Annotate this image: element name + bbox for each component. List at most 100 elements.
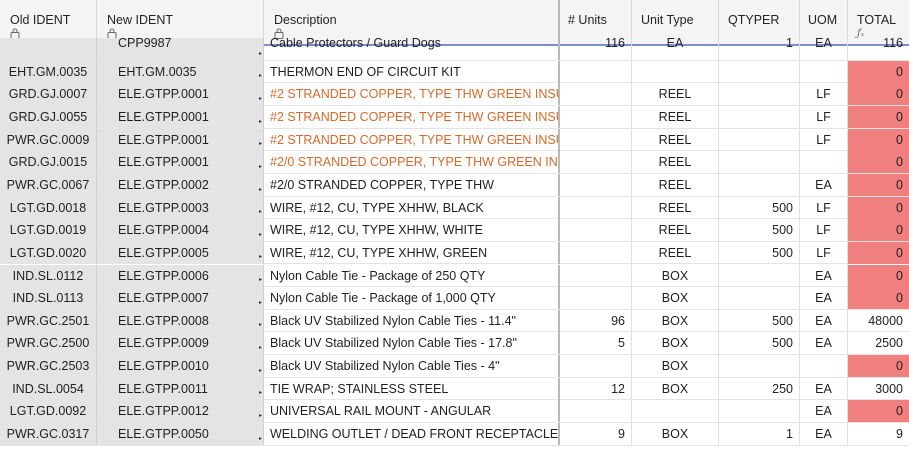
cell-description[interactable]: TIE WRAP; STAINLESS STEEL	[264, 377, 560, 400]
cell-old-ident[interactable]: LGT.GD.0092	[0, 400, 97, 423]
cell-old-ident[interactable]: EHT.GM.0035	[0, 60, 97, 83]
cell-uom[interactable]: EA	[800, 400, 848, 423]
cell-new-ident[interactable]: ELE.GTPP.0012	[97, 400, 264, 423]
cell-total[interactable]: 2500	[848, 332, 909, 354]
table-row[interactable]: EHT.GM.0035 EHT.GM.0035 ▸ THERMON END OF CI…	[0, 60, 909, 84]
cell-old-ident[interactable]: PWR.GC.0067	[0, 173, 97, 196]
table-row[interactable]: IND.SL.0113 ELE.GTPP.0007 ▸ Nylon Cable Tie…	[0, 287, 909, 310]
cell-new-ident[interactable]: CPP9987	[97, 38, 264, 60]
cell-new-ident[interactable]: ELE.GTPP.0006	[97, 264, 264, 287]
cell-uom[interactable]: EA	[800, 332, 848, 355]
cell-uom[interactable]	[800, 151, 848, 174]
cell-description[interactable]: #2 STRANDED COPPER, TYPE THW GREEN INSUL…	[264, 128, 560, 151]
cell-units[interactable]	[560, 83, 632, 106]
cell-qtyper[interactable]: 500	[719, 196, 800, 219]
cell-uom[interactable]: LF	[800, 83, 848, 106]
cell-old-ident[interactable]: PWR.GC.2503	[0, 355, 97, 378]
cell-description[interactable]: Black UV Stabilized Nylon Cable Ties - 1…	[264, 332, 560, 355]
cell-units[interactable]	[560, 355, 632, 378]
cell-qtyper[interactable]	[719, 128, 800, 151]
cell-qtyper[interactable]: 500	[719, 219, 800, 242]
cell-description[interactable]: #2/0 STRANDED COPPER, TYPE THW GREEN INS…	[264, 151, 560, 174]
cell-new-ident[interactable]: ELE.GTPP.0001	[97, 128, 264, 151]
table-row[interactable]: PWR.GC.2501 ELE.GTPP.0008 ▸ Black UV Stabil…	[0, 309, 909, 333]
cell-qtyper[interactable]	[719, 287, 800, 310]
cell-qtyper[interactable]	[719, 264, 800, 287]
cell-uom[interactable]	[800, 355, 848, 378]
cell-units[interactable]	[560, 241, 632, 264]
cell-uom[interactable]: EA	[800, 377, 848, 400]
cell-total[interactable]: 48000	[848, 310, 909, 332]
cell-uom[interactable]: LF	[800, 219, 848, 242]
cell-total[interactable]: 0	[848, 151, 909, 174]
table-row[interactable]: CPP9987 ▸ Cable Protectors / Guard Dogs 116…	[0, 38, 909, 61]
cell-new-ident[interactable]: ELE.GTPP.0008	[97, 309, 264, 332]
cell-new-ident[interactable]: ELE.GTPP.0001	[97, 151, 264, 174]
cell-qtyper[interactable]	[719, 60, 800, 83]
cell-new-ident[interactable]: ELE.GTPP.0001	[97, 105, 264, 128]
cell-uom[interactable]: LF	[800, 105, 848, 128]
cell-units[interactable]	[560, 173, 632, 196]
cell-old-ident[interactable]: GRD.GJ.0055	[0, 105, 97, 128]
cell-units[interactable]	[560, 196, 632, 219]
cell-total[interactable]: 0	[848, 241, 909, 264]
cell-total[interactable]: 0	[848, 60, 909, 83]
table-row[interactable]: LGT.GD.0092 ELE.GTPP.0012 ▸ UNIVERSAL RAIL …	[0, 400, 909, 424]
cell-total[interactable]: 0	[848, 287, 909, 310]
cell-units[interactable]	[560, 60, 632, 83]
cell-unit-type[interactable]: BOX	[632, 332, 719, 355]
cell-units[interactable]: 5	[560, 332, 632, 355]
cell-units[interactable]	[560, 264, 632, 287]
cell-unit-type[interactable]: EA	[632, 38, 719, 60]
cell-total[interactable]: 0	[848, 83, 909, 106]
cell-unit-type[interactable]: BOX	[632, 264, 719, 287]
cell-new-ident[interactable]: ELE.GTPP.0004	[97, 219, 264, 242]
cell-total[interactable]: 0	[848, 355, 909, 378]
cell-unit-type[interactable]: BOX	[632, 355, 719, 378]
cell-total[interactable]: 0	[848, 128, 909, 151]
cell-total[interactable]: 0	[848, 219, 909, 242]
cell-total[interactable]: 0	[848, 173, 909, 196]
cell-old-ident[interactable]: IND.SL.0054	[0, 377, 97, 400]
cell-unit-type[interactable]: REEL	[632, 83, 719, 106]
cell-units[interactable]	[560, 151, 632, 174]
cell-uom[interactable]: EA	[800, 423, 848, 446]
cell-old-ident[interactable]: PWR.GC.0009	[0, 128, 97, 151]
table-row[interactable]: IND.SL.0054 ELE.GTPP.0011 ▸ TIE WRAP; STAIN…	[0, 377, 909, 401]
cell-total[interactable]: 0	[848, 196, 909, 219]
table-row[interactable]: LGT.GD.0020 ELE.GTPP.0005 ▸ WIRE, #12, CU, …	[0, 241, 909, 265]
cell-unit-type[interactable]: BOX	[632, 287, 719, 310]
cell-new-ident[interactable]: ELE.GTPP.0009	[97, 332, 264, 355]
cell-units[interactable]	[560, 287, 632, 310]
cell-old-ident[interactable]: PWR.GC.2501	[0, 309, 97, 332]
cell-unit-type[interactable]: REEL	[632, 151, 719, 174]
cell-old-ident[interactable]: LGT.GD.0018	[0, 196, 97, 219]
cell-description[interactable]: Nylon Cable Tie - Package of 250 QTY	[264, 264, 560, 287]
cell-description[interactable]: #2 STRANDED COPPER, TYPE THW GREEN INSUL…	[264, 105, 560, 128]
cell-qtyper[interactable]	[719, 355, 800, 378]
cell-qtyper[interactable]: 500	[719, 309, 800, 332]
cell-uom[interactable]	[800, 60, 848, 83]
cell-old-ident[interactable]: IND.SL.0113	[0, 287, 97, 310]
cell-units[interactable]: 96	[560, 309, 632, 332]
cell-description[interactable]: THERMON END OF CIRCUIT KIT	[264, 60, 560, 83]
cell-qtyper[interactable]	[719, 151, 800, 174]
cell-unit-type[interactable]: REEL	[632, 196, 719, 219]
cell-new-ident[interactable]: ELE.GTPP.0050	[97, 423, 264, 446]
cell-unit-type[interactable]	[632, 400, 719, 423]
cell-total[interactable]: 116	[848, 38, 909, 60]
cell-total[interactable]: 0	[848, 264, 909, 287]
cell-uom[interactable]: EA	[800, 309, 848, 332]
cell-unit-type[interactable]: REEL	[632, 128, 719, 151]
cell-new-ident[interactable]: ELE.GTPP.0002	[97, 173, 264, 196]
table-row[interactable]: LGT.GD.0019 ELE.GTPP.0004 ▸ WIRE, #12, CU, …	[0, 219, 909, 242]
table-row[interactable]: GRD.GJ.0055 ELE.GTPP.0001 ▸ #2 STRANDED COP…	[0, 105, 909, 129]
cell-old-ident[interactable]: IND.SL.0112	[0, 264, 97, 287]
cell-unit-type[interactable]: REEL	[632, 219, 719, 242]
cell-description[interactable]: WIRE, #12, CU, TYPE XHHW, WHITE	[264, 219, 560, 242]
cell-new-ident[interactable]: ELE.GTPP.0010	[97, 355, 264, 378]
cell-unit-type[interactable]: BOX	[632, 423, 719, 446]
cell-description[interactable]: Black UV Stabilized Nylon Cable Ties - 1…	[264, 309, 560, 332]
cell-units[interactable]	[560, 400, 632, 423]
cell-units[interactable]	[560, 219, 632, 242]
